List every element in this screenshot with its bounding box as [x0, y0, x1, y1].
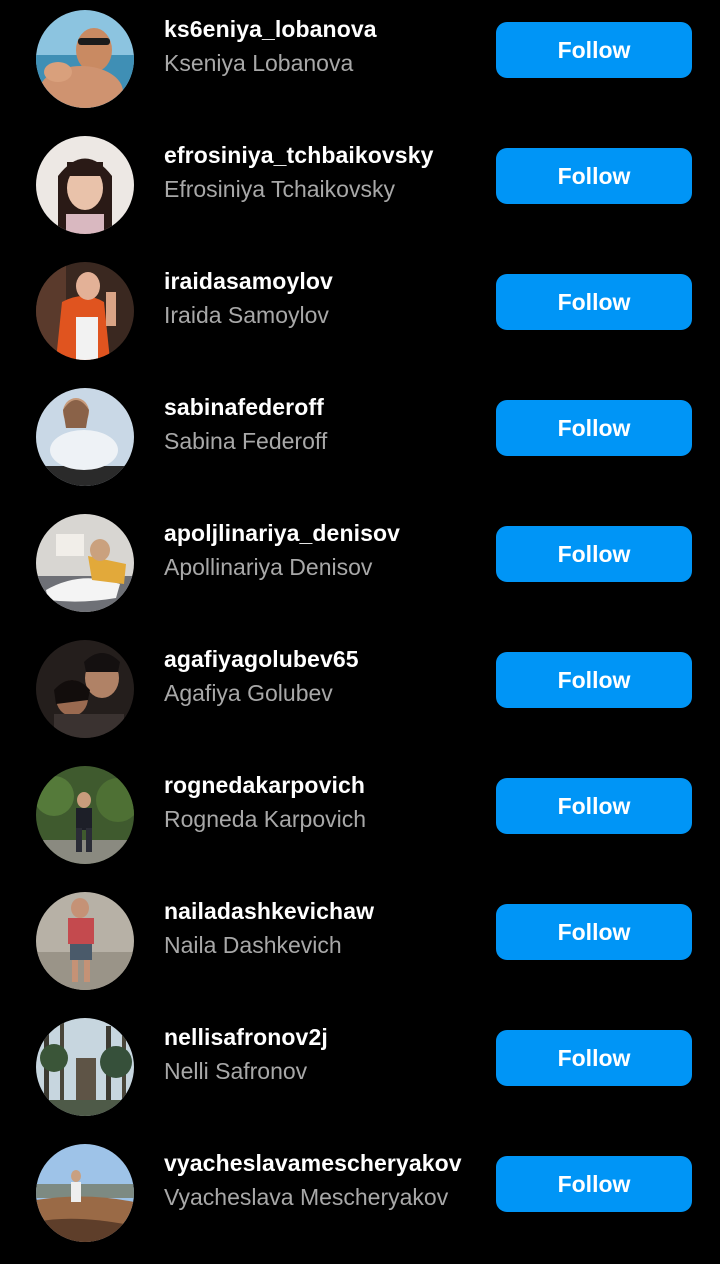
list-item[interactable]: rognedakarpovich Rogneda Karpovich Follo… [0, 756, 720, 882]
list-item[interactable]: ks6eniya_lobanova Kseniya Lobanova Follo… [0, 0, 720, 126]
follow-button[interactable]: Follow [496, 1030, 692, 1086]
username[interactable]: agafiyagolubev65 [164, 646, 359, 673]
profile-photo [36, 262, 134, 360]
avatar[interactable] [36, 1018, 134, 1116]
follow-button[interactable]: Follow [496, 1156, 692, 1212]
avatar[interactable] [36, 892, 134, 990]
full-name: Kseniya Lobanova [164, 50, 354, 76]
profile-photo [36, 10, 134, 108]
list-item[interactable]: nellisafronov2j Nelli Safronov Follow [0, 1008, 720, 1134]
full-name: Apollinariya Denisov [164, 554, 373, 580]
avatar[interactable] [36, 1144, 134, 1242]
list-item[interactable]: efrosiniya_tchbaikovsky Efrosiniya Tchai… [0, 126, 720, 252]
avatar[interactable] [36, 10, 134, 108]
profile-photo [36, 514, 134, 612]
username[interactable]: efrosiniya_tchbaikovsky [164, 142, 433, 169]
follow-button[interactable]: Follow [496, 148, 692, 204]
avatar[interactable] [36, 136, 134, 234]
list-item[interactable]: apoljlinariya_denisov Apollinariya Denis… [0, 504, 720, 630]
full-name: Rogneda Karpovich [164, 806, 367, 832]
profile-photo [36, 766, 134, 864]
username[interactable]: ks6eniya_lobanova [164, 16, 377, 43]
username[interactable]: apoljlinariya_denisov [164, 520, 400, 547]
profile-photo [36, 388, 134, 486]
follow-button[interactable]: Follow [496, 778, 692, 834]
full-name: Sabina Federoff [164, 428, 328, 454]
full-name: Agafiya Golubev [164, 680, 333, 706]
follow-button[interactable]: Follow [496, 526, 692, 582]
full-name: Efrosiniya Tchaikovsky [164, 176, 395, 202]
full-name: Iraida Samoylov [164, 302, 329, 328]
follow-button[interactable]: Follow [496, 400, 692, 456]
list-item[interactable]: vyacheslavamescheryakov Vyacheslava Mesc… [0, 1134, 720, 1260]
username[interactable]: sabinafederoff [164, 394, 324, 421]
full-name: Nelli Safronov [164, 1058, 308, 1084]
avatar[interactable] [36, 766, 134, 864]
follow-button[interactable]: Follow [496, 652, 692, 708]
profile-photo [36, 640, 134, 738]
suggested-accounts-list: ks6eniya_lobanova Kseniya Lobanova Follo… [0, 0, 720, 1264]
username[interactable]: rognedakarpovich [164, 772, 365, 799]
username[interactable]: nailadashkevichaw [164, 898, 374, 925]
username[interactable]: nellisafronov2j [164, 1024, 328, 1051]
avatar[interactable] [36, 262, 134, 360]
profile-photo [36, 892, 134, 990]
list-item[interactable]: sabinafederoff Sabina Federoff Follow [0, 378, 720, 504]
list-item[interactable]: nailadashkevichaw Naila Dashkevich Follo… [0, 882, 720, 1008]
profile-photo [36, 1144, 134, 1242]
full-name: Vyacheslava Mescheryakov [164, 1184, 449, 1210]
username[interactable]: vyacheslavamescheryakov [164, 1150, 462, 1177]
list-item[interactable]: iraidasamoylov Iraida Samoylov Follow [0, 252, 720, 378]
avatar[interactable] [36, 514, 134, 612]
username[interactable]: iraidasamoylov [164, 268, 333, 295]
avatar[interactable] [36, 640, 134, 738]
avatar[interactable] [36, 388, 134, 486]
follow-button[interactable]: Follow [496, 904, 692, 960]
follow-button[interactable]: Follow [496, 274, 692, 330]
profile-photo [36, 136, 134, 234]
list-item[interactable]: agafiyagolubev65 Agafiya Golubev Follow [0, 630, 720, 756]
follow-button[interactable]: Follow [496, 22, 692, 78]
full-name: Naila Dashkevich [164, 932, 342, 958]
profile-photo [36, 1018, 134, 1116]
